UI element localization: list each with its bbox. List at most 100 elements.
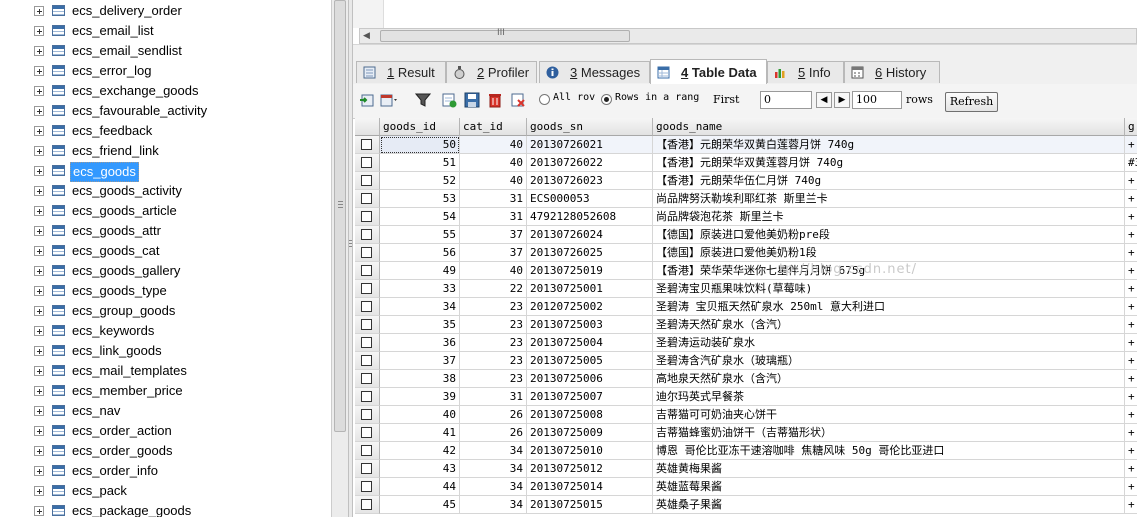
cell-cat-id[interactable]: 31 — [460, 208, 527, 226]
row-select-cell[interactable] — [355, 406, 380, 424]
cell-goods-name[interactable]: 吉蒂猫可可奶油夹心饼干 — [653, 406, 1125, 424]
expand-icon[interactable] — [34, 266, 44, 276]
row-select-cell[interactable] — [355, 262, 380, 280]
row-checkbox[interactable] — [361, 499, 372, 510]
tree-item[interactable]: ecs_error_log — [0, 61, 331, 81]
cell-goods-sn[interactable]: 20130726024 — [527, 226, 653, 244]
row-select-cell[interactable] — [355, 154, 380, 172]
cell-g[interactable]: + — [1125, 226, 1137, 244]
row-checkbox[interactable] — [361, 481, 372, 492]
tree-item[interactable]: ecs_goods_type — [0, 281, 331, 301]
row-select-cell[interactable] — [355, 424, 380, 442]
cell-g[interactable]: + — [1125, 208, 1137, 226]
cell-cat-id[interactable]: 40 — [460, 172, 527, 190]
cell-cat-id[interactable]: 23 — [460, 370, 527, 388]
rows-in-range-radio[interactable] — [601, 94, 612, 105]
cell-cat-id[interactable]: 34 — [460, 460, 527, 478]
row-select-cell[interactable] — [355, 226, 380, 244]
table-row[interactable]: 45 34 20130725015 英雄桑子果酱 + — [355, 496, 1137, 514]
cell-goods-sn[interactable]: 20130726022 — [527, 154, 653, 172]
row-select-cell[interactable] — [355, 442, 380, 460]
table-row[interactable]: 50 40 20130726021 【香港】元朗荣华双黄白莲蓉月饼 740g + — [355, 136, 1137, 154]
cell-goods-sn[interactable]: 20130725014 — [527, 478, 653, 496]
table-row[interactable]: 40 26 20130725008 吉蒂猫可可奶油夹心饼干 + — [355, 406, 1137, 424]
tree-item[interactable]: ecs_order_info — [0, 461, 331, 481]
tree-item[interactable]: ecs_order_action — [0, 421, 331, 441]
filter-icon[interactable] — [415, 92, 431, 108]
row-checkbox[interactable] — [361, 211, 372, 222]
cell-goods-id[interactable]: 45 — [380, 496, 460, 514]
table-row[interactable]: 39 31 20130725007 迪尔玛英式早餐茶 + — [355, 388, 1137, 406]
tree-item[interactable]: ecs_goods_cat — [0, 241, 331, 261]
cell-goods-name[interactable]: 【德国】原装进口爱他美奶粉pre段 — [653, 226, 1125, 244]
expand-icon[interactable] — [34, 346, 44, 356]
row-checkbox[interactable] — [361, 283, 372, 294]
cell-goods-name[interactable]: 【香港】元朗荣华双黄莲蓉月饼 740g — [653, 154, 1125, 172]
cell-cat-id[interactable]: 23 — [460, 298, 527, 316]
expand-icon[interactable] — [34, 26, 44, 36]
cell-goods-sn[interactable]: 20130726025 — [527, 244, 653, 262]
cell-goods-name[interactable]: 【德国】原装进口爱他美奶粉1段 — [653, 244, 1125, 262]
row-select-cell[interactable] — [355, 136, 380, 154]
cell-goods-id[interactable]: 54 — [380, 208, 460, 226]
cell-g[interactable]: + — [1125, 406, 1137, 424]
cell-goods-sn[interactable]: 20130725012 — [527, 460, 653, 478]
cell-cat-id[interactable]: 37 — [460, 226, 527, 244]
scroll-left-icon[interactable]: ◀ — [363, 31, 370, 41]
row-count-input[interactable]: 100 — [852, 91, 902, 109]
cell-goods-id[interactable]: 51 — [380, 154, 460, 172]
table-row[interactable]: 55 37 20130726024 【德国】原装进口爱他美奶粉pre段 + — [355, 226, 1137, 244]
cell-goods-sn[interactable]: 20130725007 — [527, 388, 653, 406]
expand-icon[interactable] — [34, 326, 44, 336]
row-select-cell[interactable] — [355, 298, 380, 316]
table-row[interactable]: 33 22 20130725001 圣碧涛宝贝瓶果味饮料(草莓味) + — [355, 280, 1137, 298]
tree-item[interactable]: ecs_mail_templates — [0, 361, 331, 381]
cell-cat-id[interactable]: 23 — [460, 334, 527, 352]
tree-item[interactable]: ecs_delivery_order — [0, 1, 331, 21]
cell-goods-name[interactable]: 迪尔玛英式早餐茶 — [653, 388, 1125, 406]
cell-goods-name[interactable]: 博恩 哥伦比亚冻干速溶咖啡 焦糖风味 50g 哥伦比亚进口 — [653, 442, 1125, 460]
cell-goods-id[interactable]: 35 — [380, 316, 460, 334]
tree-item[interactable]: ecs_feedback — [0, 121, 331, 141]
cell-g[interactable]: + — [1125, 190, 1137, 208]
expand-icon[interactable] — [34, 446, 44, 456]
row-select-cell[interactable] — [355, 208, 380, 226]
cell-goods-id[interactable]: 49 — [380, 262, 460, 280]
row-checkbox[interactable] — [361, 157, 372, 168]
previous-page-button[interactable]: ◀ — [816, 92, 832, 108]
expand-icon[interactable] — [34, 106, 44, 116]
discard-changes-icon[interactable] — [510, 92, 526, 108]
row-checkbox[interactable] — [361, 391, 372, 402]
row-checkbox[interactable] — [361, 229, 372, 240]
cell-goods-id[interactable]: 56 — [380, 244, 460, 262]
table-row[interactable]: 35 23 20130725003 圣碧涛天然矿泉水（含汽） + — [355, 316, 1137, 334]
cell-goods-sn[interactable]: 20130725001 — [527, 280, 653, 298]
row-checkbox[interactable] — [361, 337, 372, 348]
tree-item[interactable]: ecs_pack — [0, 481, 331, 501]
add-row-icon[interactable] — [441, 92, 457, 108]
column-header-goods-name[interactable]: goods_name — [653, 118, 1125, 136]
column-header-g[interactable]: g — [1125, 118, 1137, 136]
cell-g[interactable]: + — [1125, 496, 1137, 514]
cell-goods-id[interactable]: 43 — [380, 460, 460, 478]
cell-goods-id[interactable]: 38 — [380, 370, 460, 388]
row-select-cell[interactable] — [355, 496, 380, 514]
cell-goods-id[interactable]: 44 — [380, 478, 460, 496]
table-row[interactable]: 34 23 20120725002 圣碧涛 宝贝瓶天然矿泉水 250ml 意大利进口 + — [355, 298, 1137, 316]
cell-g[interactable]: + — [1125, 172, 1137, 190]
column-header-goods-id[interactable]: goods_id — [380, 118, 460, 136]
cell-g[interactable]: + — [1125, 316, 1137, 334]
cell-cat-id[interactable]: 40 — [460, 262, 527, 280]
row-checkbox[interactable] — [361, 409, 372, 420]
cell-goods-id[interactable]: 41 — [380, 424, 460, 442]
row-checkbox[interactable] — [361, 247, 372, 258]
query-editor[interactable] — [353, 0, 1137, 28]
expand-icon[interactable] — [34, 366, 44, 376]
next-page-button[interactable]: ▶ — [834, 92, 850, 108]
table-row[interactable]: 44 34 20130725014 英雄蓝莓果酱 + — [355, 478, 1137, 496]
row-checkbox[interactable] — [361, 373, 372, 384]
cell-goods-name[interactable]: 【香港】元朗荣华双黄白莲蓉月饼 740g — [653, 136, 1125, 154]
table-row[interactable]: 54 31 4792128052608 尚品牌袋泡花茶 斯里兰卡 + — [355, 208, 1137, 226]
cell-goods-sn[interactable]: 20130726021 — [527, 136, 653, 154]
row-select-cell[interactable] — [355, 352, 380, 370]
